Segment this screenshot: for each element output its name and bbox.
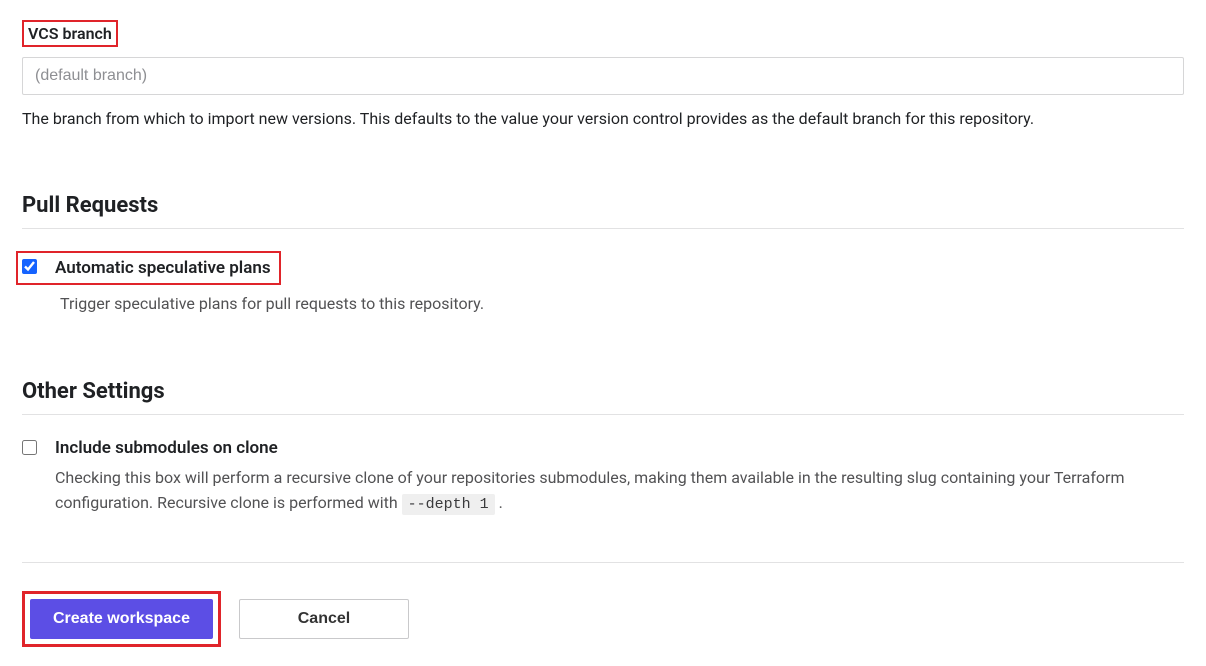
submodules-desc-part1: Checking this box will perform a recursi… [55,468,1124,513]
other-settings-divider [22,414,1184,415]
submodules-depth-code: --depth 1 [402,494,495,515]
pull-requests-divider [22,228,1184,229]
speculative-plans-title: Automatic speculative plans [55,257,271,279]
vcs-branch-label-highlight: VCS branch [22,20,118,47]
pull-requests-heading: Pull Requests [22,193,1184,218]
speculative-plans-row: Automatic speculative plans Trigger spec… [22,251,1184,317]
cancel-button[interactable]: Cancel [239,599,409,639]
submodules-checkbox[interactable] [22,440,37,455]
speculative-plans-checkbox[interactable] [22,259,37,274]
speculative-plans-desc: Trigger speculative plans for pull reque… [60,291,1184,317]
vcs-branch-input[interactable] [22,57,1184,95]
footer-divider [22,562,1184,563]
submodules-desc-part2: . [495,493,503,512]
create-workspace-highlight: Create workspace [22,591,221,647]
other-settings-heading: Other Settings [22,379,1184,404]
speculative-plans-highlight: Automatic speculative plans [16,251,281,285]
create-workspace-button[interactable]: Create workspace [30,599,213,639]
button-row: Create workspace Cancel [22,591,1184,647]
vcs-branch-section: VCS branch The branch from which to impo… [22,20,1184,131]
submodules-title: Include submodules on clone [55,437,1184,459]
vcs-branch-label: VCS branch [28,24,112,43]
submodules-desc: Checking this box will perform a recursi… [55,465,1184,518]
vcs-branch-help-text: The branch from which to import new vers… [22,107,1184,131]
submodules-row: Include submodules on clone Checking thi… [22,437,1184,518]
